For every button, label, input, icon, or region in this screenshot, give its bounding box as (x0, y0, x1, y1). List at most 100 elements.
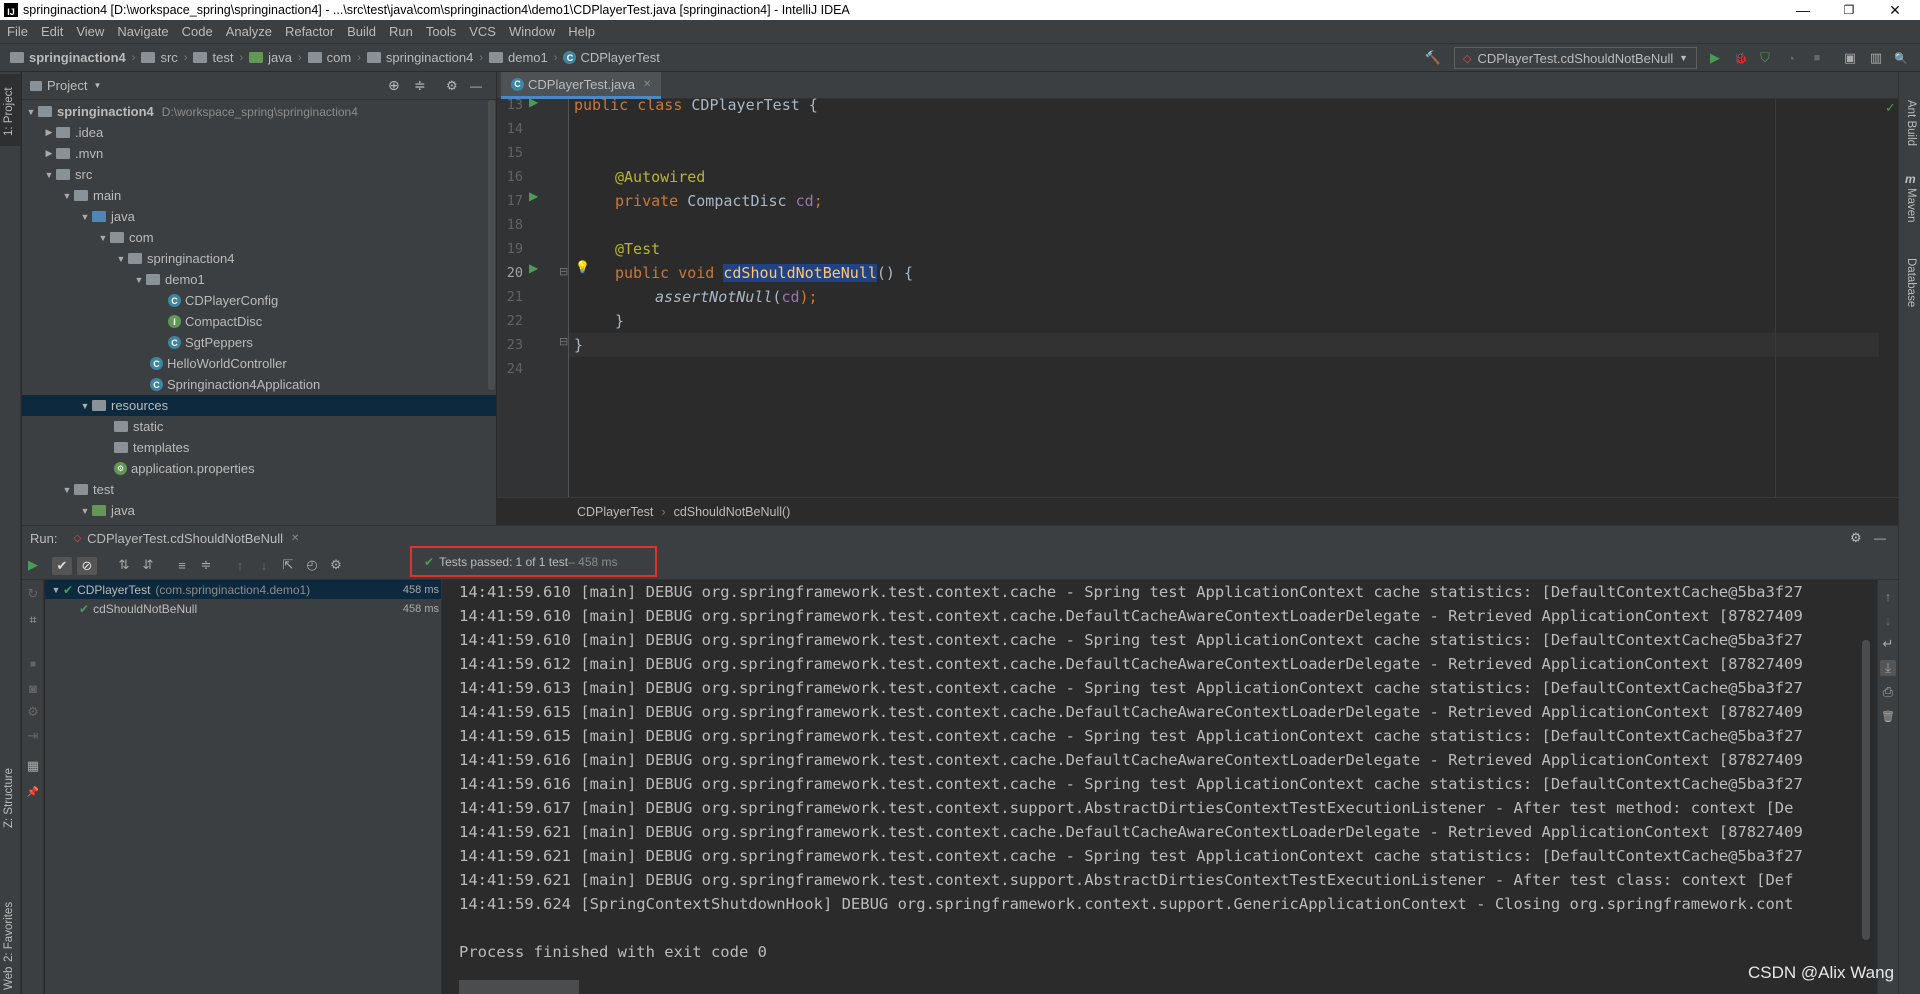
tool-tab-structure[interactable]: Z: Structure (3, 768, 15, 828)
scroll-to-end-icon[interactable]: ⤓ (1880, 660, 1896, 676)
run-icon[interactable]: ▶ (1708, 50, 1722, 65)
tree-item[interactable]: C SgtPeppers (22, 332, 496, 353)
stop-icon[interactable]: ■ (25, 656, 41, 672)
autowired-gutter-icon[interactable]: ▶ (529, 189, 538, 203)
tree-item[interactable]: ▼ src (22, 164, 496, 185)
editor-breadcrumb-method[interactable]: cdShouldNotBeNull() (674, 505, 791, 519)
project-panel-title[interactable]: Project (47, 78, 87, 93)
code-line-20[interactable]: public void cdShouldNotBeNull() { (615, 264, 913, 282)
close-tab-icon[interactable]: ✕ (643, 79, 651, 90)
tool-tab-project[interactable]: 1: Project (3, 87, 15, 136)
hide-panel-icon[interactable]: — (1874, 531, 1886, 545)
tree-item[interactable]: C Springinaction4Application (22, 374, 496, 395)
console-scrollbar[interactable] (1862, 640, 1870, 940)
collapse-all-icon[interactable]: ≑ (198, 557, 214, 573)
gear-icon[interactable]: ⚙ (25, 704, 41, 720)
scroll-down-icon[interactable]: ↓ (1880, 612, 1896, 628)
tree-item[interactable]: ⚙ application.properties (22, 458, 496, 479)
export-results-icon[interactable]: ⇱ (280, 557, 296, 573)
tree-expand-icon[interactable]: ▼ (24, 107, 38, 117)
rerun-failed-icon[interactable]: ↻ (25, 586, 41, 602)
run-configuration-selector[interactable]: ◇ CDPlayerTest.cdShouldNotBeNull ▼ (1454, 47, 1697, 69)
tree-item[interactable]: ▶ .idea (22, 122, 496, 143)
breadcrumb-demo1[interactable]: demo1 › (489, 50, 557, 65)
tree-item-selected[interactable]: ▼ resources (22, 395, 496, 416)
exit-icon[interactable]: ⇥ (25, 728, 41, 744)
test-suite-row[interactable]: ▼ ✔ CDPlayerTest (com.springinaction4.de… (49, 579, 439, 600)
intention-bulb-icon[interactable]: 💡 (575, 260, 590, 274)
search-icon[interactable]: 🔍 (1894, 51, 1908, 65)
breadcrumb-springinaction4[interactable]: springinaction4 › (366, 50, 483, 65)
run-test-gutter-icon[interactable]: ▶ (529, 261, 538, 275)
tree-expand-icon[interactable]: ▼ (78, 212, 92, 222)
tree-item[interactable]: ▼ springinaction4 D:\workspace_spring\spri… (22, 101, 496, 122)
tree-expand-icon[interactable]: ▼ (42, 170, 56, 180)
tool-tab-ant-build[interactable]: Ant Build (1905, 100, 1917, 146)
tree-item[interactable]: ▼ com (22, 227, 496, 248)
tool-tab-maven[interactable]: Maven (1905, 188, 1917, 223)
pin-tab-icon[interactable]: 📌 (25, 784, 41, 800)
tree-expand-icon[interactable]: ▼ (78, 401, 92, 411)
close-tab-icon[interactable]: ✕ (291, 533, 299, 544)
fold-icon[interactable]: ⊟ (559, 265, 568, 278)
tree-item[interactable]: ▼ java (22, 206, 496, 227)
tree-expand-icon[interactable]: ▼ (60, 485, 74, 495)
run-test-gutter-icon[interactable]: ▶ (529, 95, 538, 109)
clear-all-icon[interactable]: 🗑 (1880, 708, 1896, 724)
tree-expand-icon[interactable]: ▼ (60, 191, 74, 201)
tree-item[interactable]: templates (22, 437, 496, 458)
menu-navigate[interactable]: Navigate (110, 24, 174, 39)
tree-expand-icon[interactable]: ▶ (42, 148, 56, 159)
hide-panel-icon[interactable]: — (470, 79, 482, 93)
breadcrumb-class[interactable]: C CDPlayerTest (563, 50, 660, 65)
tree-item[interactable]: ▼ java (22, 500, 496, 521)
tree-item[interactable]: static (22, 416, 496, 437)
tree-expand-icon[interactable]: ▼ (49, 585, 63, 595)
tree-item[interactable]: ▼ main (22, 185, 496, 206)
menu-tools[interactable]: Tools (419, 24, 462, 39)
fold-icon[interactable]: ⊟ (559, 335, 568, 348)
sort-by-duration-icon[interactable]: ⇵ (140, 557, 156, 573)
tool-tab-favorites[interactable]: 2: Favorites (3, 902, 15, 962)
editor-tab-cdplayertest[interactable]: C CDPlayerTest.java ✕ (501, 72, 662, 99)
selected-method-name[interactable]: cdShouldNotBeNull (723, 264, 877, 282)
chevron-down-icon[interactable]: ▼ (93, 81, 101, 90)
show-passed-icon[interactable]: ✔ (52, 557, 72, 575)
breadcrumb-project[interactable]: springinaction4 › (10, 50, 135, 65)
stop-icon[interactable]: ■ (1810, 51, 1824, 65)
coverage-icon[interactable]: ⛉ (1758, 50, 1772, 65)
tree-expand-icon[interactable]: ▼ (114, 254, 128, 264)
tree-item[interactable]: ▶ .mvn (22, 143, 496, 164)
menu-run[interactable]: Run (382, 24, 419, 39)
inspection-ok-icon[interactable]: ✓ (1885, 100, 1896, 116)
tree-item[interactable]: C HelloWorldController (22, 353, 496, 374)
sort-alphabetically-icon[interactable]: ⇅ (116, 557, 132, 573)
tool-tab-database[interactable]: Database (1905, 258, 1917, 307)
menu-build[interactable]: Build (340, 24, 382, 39)
run-tab-label[interactable]: CDPlayerTest.cdShouldNotBeNull (87, 531, 283, 546)
test-case-row[interactable]: ✔ cdShouldNotBeNull 458 ms (79, 598, 439, 619)
next-failed-icon[interactable]: ↓ (256, 557, 272, 573)
maximize-button[interactable]: ❐ (1826, 0, 1872, 20)
tree-expand-icon[interactable]: ▼ (132, 275, 146, 285)
build-hammer-icon[interactable]: 🔨 (1425, 50, 1441, 65)
breadcrumb-java[interactable]: java › (249, 50, 302, 65)
collapse-all-icon[interactable]: ≑ (414, 77, 426, 94)
previous-failed-icon[interactable]: ↑ (232, 557, 248, 573)
breadcrumb-com[interactable]: com › (307, 50, 361, 65)
tree-item[interactable]: ▼ demo1 (22, 269, 496, 290)
project-structure-icon[interactable]: ▣ (1843, 50, 1857, 65)
menu-window[interactable]: Window (502, 24, 561, 39)
tree-item[interactable]: I CompactDisc (22, 311, 496, 332)
debug-icon[interactable]: 🐞 (1734, 51, 1748, 65)
project-scrollbar[interactable] (488, 100, 495, 390)
tree-item[interactable]: ▼ springinaction4 (22, 248, 496, 269)
close-button[interactable]: ✕ (1872, 0, 1918, 20)
rerun-icon[interactable]: ▶ (25, 557, 41, 573)
tool-tab-web[interactable]: Web (3, 967, 15, 990)
breadcrumb-test[interactable]: test › (193, 50, 243, 65)
editor-breadcrumb-class[interactable]: CDPlayerTest (577, 505, 653, 519)
console-output[interactable]: 14:41:59.610 [main] DEBUG org.springfram… (443, 580, 1877, 994)
print-icon[interactable]: ⎙ (1880, 684, 1896, 700)
menu-vcs[interactable]: VCS (462, 24, 502, 39)
